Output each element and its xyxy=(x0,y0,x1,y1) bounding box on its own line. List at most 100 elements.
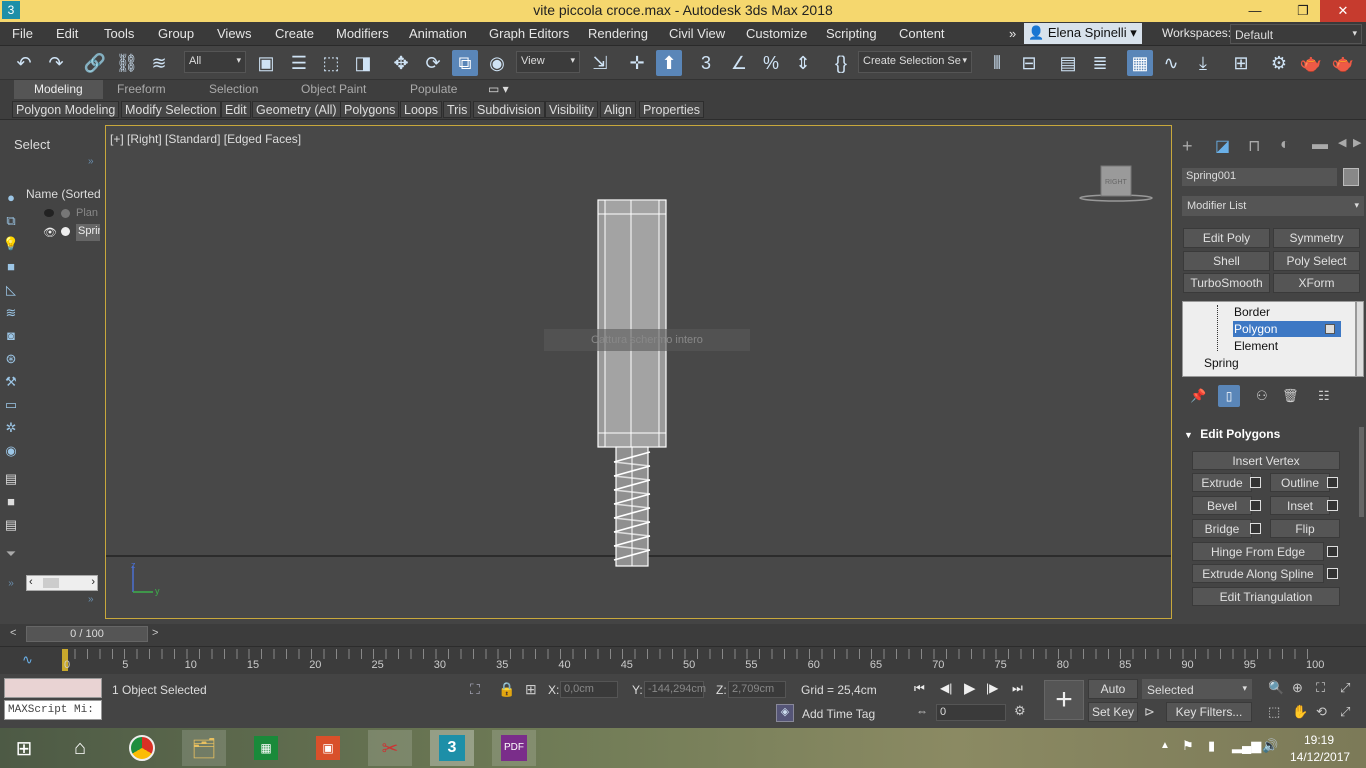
panel-align[interactable]: Align xyxy=(600,101,636,118)
home-icon[interactable]: ⌂ xyxy=(58,730,102,766)
menu-create[interactable]: Create xyxy=(275,26,314,41)
next-frame-button-icon[interactable]: |▶ xyxy=(986,681,998,695)
layer-explorer-icon[interactable]: ≣ xyxy=(1087,50,1113,76)
set-key-big-icon[interactable]: + xyxy=(1044,680,1084,720)
stack-item-spring[interactable]: Spring xyxy=(1204,356,1239,370)
bevel-button[interactable]: Bevel xyxy=(1192,496,1252,515)
remove-modifier-icon[interactable]: 🗑 xyxy=(1282,388,1299,404)
render-setup-icon[interactable]: ⚙ xyxy=(1266,50,1292,76)
current-frame-field[interactable]: 0 xyxy=(936,704,1006,721)
explorer-hscrollbar[interactable]: ‹ › xyxy=(26,575,98,591)
configure-sets-icon[interactable]: ☷ xyxy=(1318,388,1330,404)
list-item[interactable]: 👁 Sprir xyxy=(26,224,100,241)
mirror-icon[interactable]: ⫴ xyxy=(984,50,1010,76)
redo-icon[interactable]: ↷ xyxy=(43,50,69,76)
inset-button[interactable]: Inset xyxy=(1270,496,1330,515)
3ds-max-icon[interactable]: 3 xyxy=(430,730,474,766)
extrude-settings-icon[interactable] xyxy=(1250,477,1261,488)
time-config-icon[interactable]: ⚙ xyxy=(1014,703,1026,719)
rendered-frame-icon[interactable]: 🫖 xyxy=(1298,50,1324,76)
modifier-stack[interactable]: Border Polygon Element Spring xyxy=(1182,301,1356,377)
object-name-field[interactable]: Spring001 xyxy=(1182,168,1337,186)
bridge-settings-icon[interactable] xyxy=(1250,523,1261,534)
collapse-icon[interactable]: » xyxy=(88,594,94,605)
modifier-list-dropdown[interactable]: Modifier List xyxy=(1182,196,1364,216)
expand-icon[interactable]: » xyxy=(2,575,20,593)
stack-item-element[interactable]: Element xyxy=(1234,339,1278,353)
tab-selection[interactable]: Selection xyxy=(209,82,258,96)
orbit-icon[interactable]: ⟲ xyxy=(1316,704,1327,720)
clock-date[interactable]: 14/12/2017 xyxy=(1290,750,1350,764)
display-groups-icon[interactable]: ◙ xyxy=(2,327,20,345)
prev-frame-icon[interactable]: < xyxy=(10,627,24,641)
set-key-button[interactable]: Set Key xyxy=(1088,702,1138,722)
curve-editor-mini-icon[interactable]: ∿ xyxy=(22,652,33,668)
snaps-toggle-icon[interactable]: 3 xyxy=(693,50,719,76)
flip-button[interactable]: Flip xyxy=(1270,519,1340,538)
bevel-settings-icon[interactable] xyxy=(1250,500,1261,511)
edit-triangulation-button[interactable]: Edit Triangulation xyxy=(1192,587,1340,606)
tab-freeform[interactable]: Freeform xyxy=(117,82,166,96)
outline-settings-icon[interactable] xyxy=(1327,477,1338,488)
clock-time[interactable]: 19:19 xyxy=(1304,733,1334,747)
menu-animation[interactable]: Animation xyxy=(409,26,467,41)
maximize-viewport-icon[interactable]: ⤢ xyxy=(1340,704,1350,720)
modify-tab-icon[interactable]: ◪ xyxy=(1215,136,1230,156)
hinge-from-edge-button[interactable]: Hinge From Edge xyxy=(1192,542,1324,561)
invert-display-icon[interactable]: ■ xyxy=(2,493,20,511)
unlink-icon[interactable]: ⛓ xyxy=(114,50,140,76)
ribbon-options-icon[interactable]: ▭ ▾ xyxy=(488,82,509,96)
hinge-settings-icon[interactable] xyxy=(1327,546,1338,557)
snipping-tool-icon[interactable]: ✂ xyxy=(368,730,412,766)
align-icon[interactable]: ⊟ xyxy=(1016,50,1042,76)
z-coordinate-field[interactable]: 2,709cm xyxy=(728,681,786,698)
menu-group[interactable]: Group xyxy=(158,26,194,41)
file-explorer-icon[interactable]: 🗂 xyxy=(182,730,226,766)
stack-item-polygon[interactable]: Polygon xyxy=(1233,321,1341,337)
pdf-icon[interactable]: PDF xyxy=(492,730,536,766)
stack-vscrollbar[interactable] xyxy=(1356,301,1364,377)
object-color-swatch[interactable] xyxy=(1343,168,1359,186)
edit-poly-button[interactable]: Edit Poly xyxy=(1183,228,1270,248)
workspace-dropdown[interactable]: Default xyxy=(1230,24,1362,44)
x-coordinate-field[interactable]: 0,0cm xyxy=(560,681,618,698)
zoom-icon[interactable]: 🔍 xyxy=(1268,680,1284,696)
menu-rendering[interactable]: Rendering xyxy=(588,26,648,41)
display-containers-icon[interactable]: ▭ xyxy=(2,396,20,414)
chrome-icon[interactable] xyxy=(120,730,164,766)
make-unique-icon[interactable]: ⚇ xyxy=(1256,388,1268,404)
scale-icon[interactable]: ⧉ xyxy=(452,50,478,76)
minimize-button[interactable]: — xyxy=(1236,0,1274,22)
menu-edit[interactable]: Edit xyxy=(56,26,78,41)
display-spacewarps-icon[interactable]: ≋ xyxy=(2,304,20,322)
restore-button[interactable]: ❐ xyxy=(1284,0,1322,22)
panel-edit[interactable]: Edit xyxy=(221,101,251,118)
spinner-snap-icon[interactable]: ⇕ xyxy=(790,50,816,76)
poly-select-button[interactable]: Poly Select xyxy=(1273,251,1360,271)
scene-explorer-icon[interactable]: ▤ xyxy=(1055,50,1081,76)
symmetry-button[interactable]: Symmetry xyxy=(1273,228,1360,248)
overflow-chevron-icon[interactable]: » xyxy=(1009,26,1016,41)
display-lights-icon[interactable]: 💡 xyxy=(2,235,20,253)
menu-tools[interactable]: Tools xyxy=(104,26,134,41)
maxscript-listener-field[interactable] xyxy=(4,678,102,698)
layer-icon[interactable]: ▤ xyxy=(2,516,20,534)
go-to-end-icon[interactable]: ⏭ xyxy=(1012,681,1023,696)
menu-file[interactable]: File xyxy=(12,26,33,41)
pin-stack-icon[interactable]: 📌 xyxy=(1190,388,1206,404)
display-geometry-icon[interactable]: ● xyxy=(2,189,20,207)
previous-frame-icon[interactable]: ◀| xyxy=(940,681,952,695)
curve-editor-icon[interactable]: ∿ xyxy=(1158,50,1184,76)
photos-icon[interactable]: ▣ xyxy=(306,730,350,766)
rectangular-selection-icon[interactable]: ⬚ xyxy=(318,50,344,76)
track-bar[interactable]: ∿ 0 5 10 15 20 25 30 35 40 45 50 55 60 65 70 75 80 85 90 95… xyxy=(0,646,1366,674)
outline-button[interactable]: Outline xyxy=(1270,473,1330,492)
menu-graph-editors[interactable]: Graph Editors xyxy=(489,26,569,41)
panel-tris[interactable]: Tris xyxy=(443,101,472,118)
rollout-edit-polygons[interactable]: ▼ Edit Polygons xyxy=(1184,427,1352,443)
move-icon[interactable]: ✥ xyxy=(388,50,414,76)
scroll-thumb[interactable] xyxy=(43,578,59,588)
reference-coordinate-dropdown[interactable]: View xyxy=(516,51,580,73)
scroll-left-icon[interactable]: ‹ xyxy=(29,576,33,588)
menu-modifiers[interactable]: Modifiers xyxy=(336,26,389,41)
